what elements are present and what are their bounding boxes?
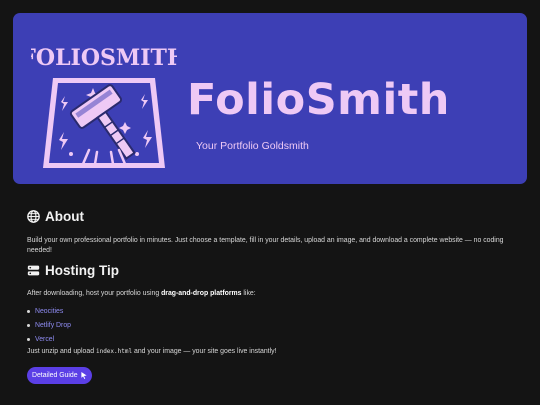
- hosting-note: Just unzip and upload index.html and you…: [27, 348, 277, 355]
- platform-link-neocities[interactable]: Neocities: [35, 308, 63, 315]
- about-heading-text: About: [45, 209, 84, 224]
- hero-title: FolioSmith: [187, 75, 450, 125]
- hosting-heading: Hosting Tip: [27, 263, 119, 278]
- index-html-code: index.html: [95, 348, 133, 355]
- server-icon: [27, 265, 40, 276]
- hosting-intro-bold: drag-and-drop platforms: [161, 290, 242, 297]
- logo-wordmark: FOLIOSMITH: [31, 45, 177, 71]
- about-body: Build your own professional portfolio in…: [27, 237, 504, 254]
- list-item: Netlify Drop: [27, 318, 71, 332]
- list-item: Vercel: [27, 332, 71, 346]
- foliosmith-logo: FOLIOSMITH: [31, 45, 177, 168]
- hosting-heading-text: Hosting Tip: [45, 263, 119, 278]
- list-item: Neocities: [27, 304, 71, 318]
- platform-link-netlify-drop[interactable]: Netlify Drop: [35, 322, 71, 329]
- hero-banner: FOLIOSMITH FolioSmith Your Portfolio Gol…: [13, 13, 527, 184]
- platform-list: Neocities Netlify Drop Vercel: [27, 304, 71, 346]
- platform-link-vercel[interactable]: Vercel: [35, 336, 54, 343]
- about-heading: About: [27, 209, 84, 224]
- globe-icon: [27, 210, 40, 223]
- detailed-guide-label: Detailed Guide: [32, 372, 78, 379]
- detailed-guide-button[interactable]: Detailed Guide: [27, 367, 92, 384]
- pointer-icon: [80, 372, 87, 379]
- hosting-intro: After downloading, host your portfolio u…: [27, 290, 256, 297]
- hero-subtitle: Your Portfolio Goldsmith: [196, 140, 309, 152]
